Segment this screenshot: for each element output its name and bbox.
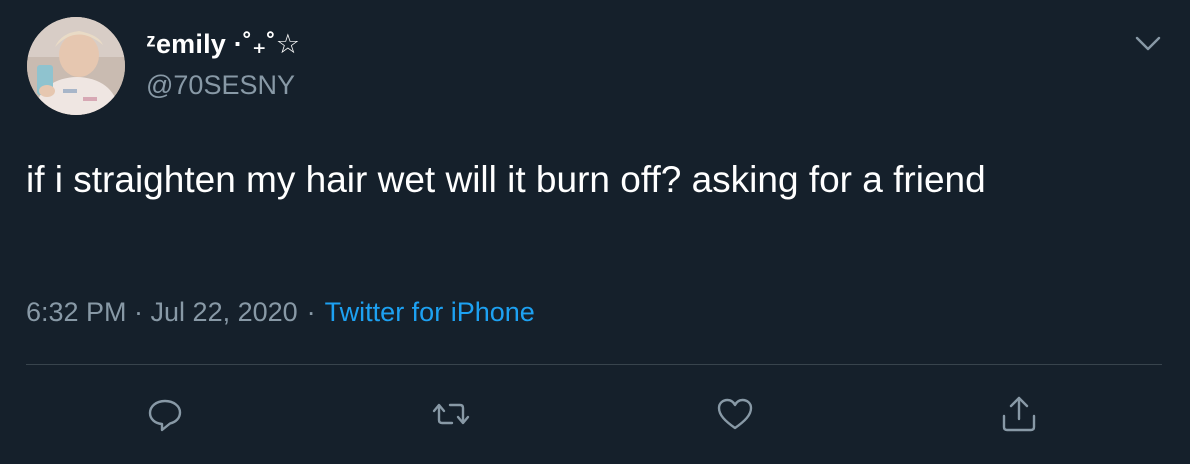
tweet-timestamp[interactable]: 6:32 PM · Jul 22, 2020 xyxy=(26,297,298,327)
tweet-text: if i straighten my hair wet will it burn… xyxy=(26,159,986,200)
like-button[interactable] xyxy=(715,394,755,434)
share-icon xyxy=(1002,396,1036,432)
reply-button[interactable] xyxy=(145,394,185,434)
avatar-image xyxy=(27,17,125,115)
share-button[interactable] xyxy=(999,394,1039,434)
retweet-icon xyxy=(432,403,470,425)
retweet-button[interactable] xyxy=(431,394,471,434)
heart-icon xyxy=(717,398,753,430)
avatar[interactable] xyxy=(27,17,125,115)
reply-icon xyxy=(148,399,182,432)
meta-separator: · xyxy=(306,297,316,327)
divider xyxy=(26,364,1162,365)
tweet-card: ᶻemily ·˚₊˚☆ @70SESNY if i straighten my… xyxy=(0,0,1190,464)
author-display-name[interactable]: ᶻemily ·˚₊˚☆ xyxy=(146,29,300,60)
chevron-down-icon xyxy=(1135,36,1161,51)
tweet-menu-button[interactable] xyxy=(1132,32,1164,56)
tweet-source-link[interactable]: Twitter for iPhone xyxy=(325,297,535,327)
tweet-meta: 6:32 PM · Jul 22, 2020 · Twitter for iPhon… xyxy=(26,297,535,328)
author-handle[interactable]: @70SESNY xyxy=(146,70,295,101)
